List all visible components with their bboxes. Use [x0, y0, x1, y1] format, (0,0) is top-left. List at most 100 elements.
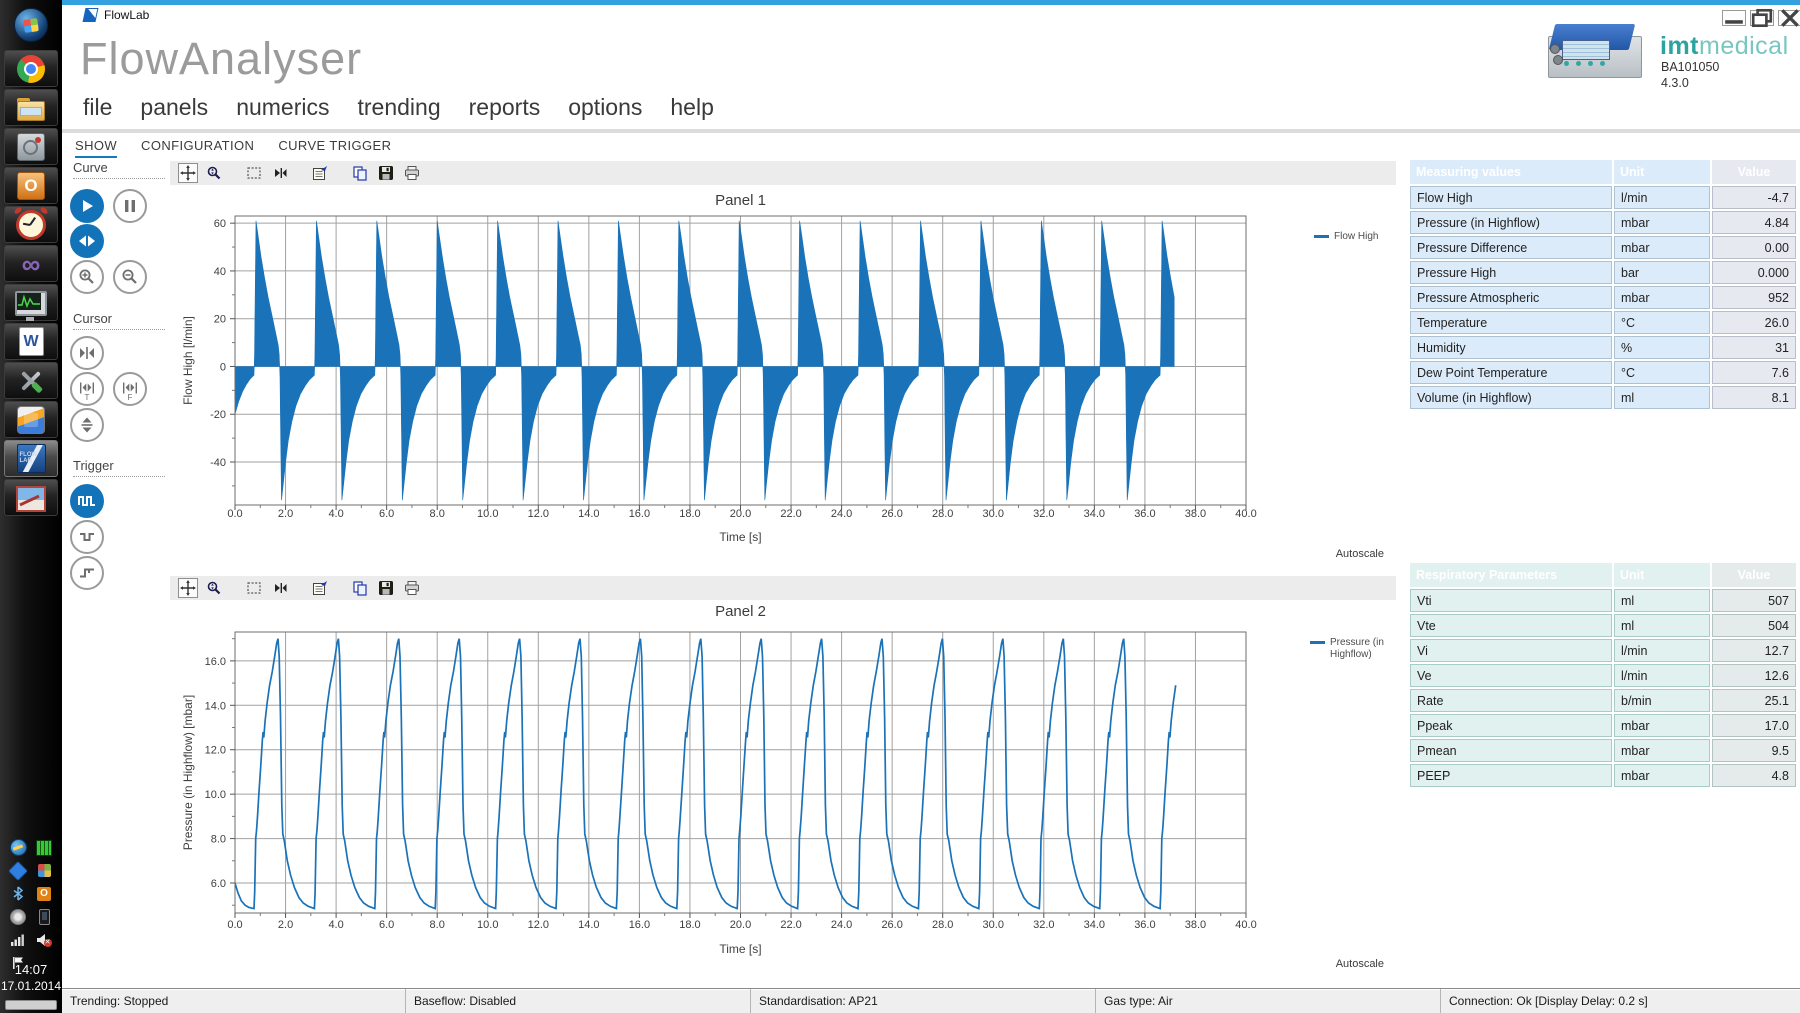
cursor-vertical-button[interactable]	[70, 408, 104, 442]
rect-select-tool-icon[interactable]	[244, 163, 264, 183]
save-tool-icon[interactable]	[376, 578, 396, 598]
cursor-time-button[interactable]: T	[70, 372, 104, 406]
alarm-clock-taskbar-icon[interactable]	[4, 206, 58, 243]
trigger-continuous-button[interactable]	[70, 484, 104, 518]
menu-item-reports[interactable]: reports	[455, 92, 555, 133]
save-tool-icon[interactable]	[376, 163, 396, 183]
standardisation-status: Standardisation: AP21	[750, 989, 1095, 1013]
window-top-border	[62, 0, 1800, 5]
autoscale-button[interactable]	[70, 224, 104, 258]
zoom-out-button[interactable]	[113, 260, 147, 294]
word-taskbar-icon[interactable]: W	[4, 323, 58, 360]
outlook-taskbar-icon[interactable]: O	[4, 167, 58, 204]
menu-item-trending[interactable]: trending	[344, 92, 455, 133]
rect-select-tool-icon[interactable]	[244, 578, 264, 598]
move-tool-icon[interactable]	[178, 578, 198, 598]
parameter-cell: Pressure High	[1410, 261, 1612, 284]
trigger-step-button[interactable]	[70, 556, 104, 590]
taskbar-clock[interactable]: 14:07 17.01.2014	[0, 962, 62, 993]
cursor-single-button[interactable]	[70, 336, 104, 370]
battery-icon[interactable]	[31, 905, 57, 928]
zoom-tool-icon[interactable]	[204, 163, 224, 183]
trigger-single-button[interactable]	[70, 520, 104, 554]
parameter-cell: Rate	[1410, 689, 1612, 712]
panel2-autoscale-label[interactable]: Autoscale	[1294, 958, 1384, 970]
zoom-in-button[interactable]	[70, 260, 104, 294]
move-tool-icon[interactable]	[178, 163, 198, 183]
vmware-taskbar-icon[interactable]	[4, 401, 58, 438]
menu-item-numerics[interactable]: numerics	[222, 92, 343, 133]
menu-item-file[interactable]: file	[69, 92, 126, 133]
tools-taskbar-icon[interactable]	[4, 362, 58, 399]
copy-tool-icon[interactable]	[350, 578, 370, 598]
menu-item-help[interactable]: help	[656, 92, 727, 133]
svg-text:60: 60	[214, 218, 226, 230]
file-explorer-taskbar-icon[interactable]	[4, 89, 58, 126]
unit-cell: l/min	[1614, 664, 1710, 687]
properties-tool-icon[interactable]	[310, 578, 330, 598]
cursor-step-tool-icon[interactable]	[270, 578, 290, 598]
svg-text:34.0: 34.0	[1084, 508, 1105, 520]
visual-studio-taskbar-icon[interactable]: ∞	[4, 245, 58, 282]
chrome-taskbar-icon[interactable]	[4, 50, 58, 87]
brand-logo: imtmedical	[1660, 32, 1789, 61]
svg-text:6.0: 6.0	[211, 878, 226, 890]
windows-update-icon[interactable]	[31, 859, 57, 882]
svg-text:12.0: 12.0	[528, 919, 549, 931]
signal-bars-icon[interactable]	[5, 928, 31, 951]
print-tool-icon[interactable]	[402, 163, 422, 183]
volume-icon[interactable]	[5, 905, 31, 928]
parameter-cell: Humidity	[1410, 336, 1612, 359]
svg-text:20.0: 20.0	[730, 508, 751, 520]
dropbox-icon[interactable]	[5, 859, 31, 882]
unit-cell: b/min	[1614, 689, 1710, 712]
play-button[interactable]	[70, 189, 104, 223]
properties-tool-icon[interactable]	[310, 163, 330, 183]
show-desktop-button[interactable]	[5, 1000, 57, 1010]
bluetooth-icon[interactable]	[5, 882, 31, 905]
measuring-values-row: Volume (in Highflow)ml8.1	[1410, 386, 1796, 409]
cursor-step-tool-icon[interactable]	[270, 163, 290, 183]
value-cell: 952	[1712, 286, 1796, 309]
restore-button[interactable]	[1750, 10, 1774, 26]
tab-curve-trigger[interactable]: CURVE TRIGGER	[278, 138, 391, 158]
zoom-tool-icon[interactable]	[204, 578, 224, 598]
tab-show[interactable]: SHOW	[75, 138, 117, 158]
parameter-cell: Vte	[1410, 614, 1612, 637]
minimize-button[interactable]	[1722, 10, 1746, 26]
tab-configuration[interactable]: CONFIGURATION	[141, 138, 254, 158]
system-monitor-taskbar-icon[interactable]	[4, 284, 58, 321]
measuring-values-row: Pressure (in Highflow)mbar4.84	[1410, 211, 1796, 234]
print-tool-icon[interactable]	[402, 578, 422, 598]
menu-item-panels[interactable]: panels	[126, 92, 222, 133]
svg-text:10.0: 10.0	[477, 919, 498, 931]
menu-item-options[interactable]: options	[554, 92, 656, 133]
svg-text:-20: -20	[210, 409, 226, 421]
copy-tool-icon[interactable]	[350, 163, 370, 183]
app-title: FlowAnalyser	[80, 33, 362, 85]
window-title: FlowLab	[104, 8, 149, 22]
svg-text:10.0: 10.0	[477, 508, 498, 520]
trending-status: Trending: Stopped	[62, 989, 405, 1013]
svg-text:0.0: 0.0	[227, 919, 242, 931]
cursor-flow-button[interactable]: F	[113, 372, 147, 406]
svg-text:38.0: 38.0	[1185, 919, 1206, 931]
pause-button[interactable]	[113, 189, 147, 223]
safe-taskbar-icon[interactable]	[4, 128, 58, 165]
value-cell: 12.7	[1712, 639, 1796, 662]
network-activity-icon[interactable]	[5, 836, 31, 859]
svg-text:-40: -40	[210, 457, 226, 469]
windows-start-taskbar-icon[interactable]	[4, 2, 58, 48]
svg-text:16.0: 16.0	[205, 656, 226, 668]
brand-medical: medical	[1699, 32, 1789, 60]
network-grid-icon[interactable]	[31, 836, 57, 859]
flowlab-taskbar-icon[interactable]: FLOWLAB	[4, 440, 58, 477]
muted-speaker-icon[interactable]: ✕	[31, 928, 57, 951]
paint-taskbar-icon[interactable]	[4, 479, 58, 516]
panel1-autoscale-label[interactable]: Autoscale	[1294, 548, 1384, 560]
unit-cell: bar	[1614, 261, 1710, 284]
close-button[interactable]	[1778, 10, 1800, 26]
outlook-tray-icon[interactable]: O	[31, 882, 57, 905]
parameter-cell: Temperature	[1410, 311, 1612, 334]
svg-text:26.0: 26.0	[881, 508, 902, 520]
